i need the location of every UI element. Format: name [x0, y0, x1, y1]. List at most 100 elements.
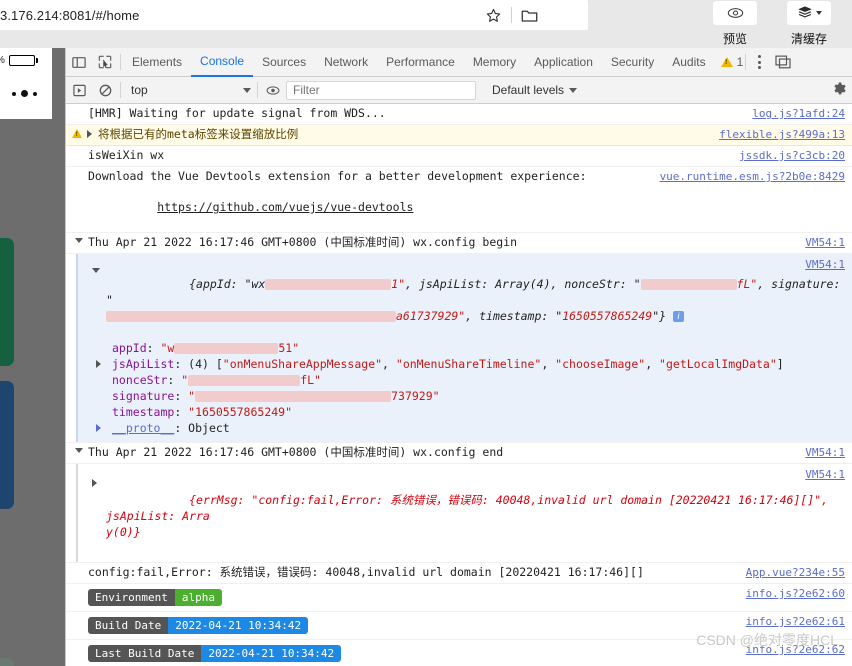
clear-console-icon[interactable]: [92, 76, 118, 104]
expand-arrow-icon[interactable]: [96, 360, 101, 368]
console-message-errmsg-object[interactable]: VM54:1 {errMsg: "config:fail,Error: 系统错误…: [66, 464, 852, 563]
badge-row: Environment alpha: [66, 586, 852, 609]
tab-memory[interactable]: Memory: [464, 49, 525, 76]
device-emulation-viewport[interactable]: %: [0, 48, 65, 666]
clear-cache-button[interactable]: [787, 1, 831, 25]
console-message-meta-warning[interactable]: 将根据已有的meta标签来设置缩放比例 flexible.js?499a:13: [66, 125, 852, 146]
browser-extension-actions: 预览 清缓存: [698, 0, 846, 47]
page-card-green[interactable]: [0, 238, 14, 366]
expand-arrow-icon[interactable]: [92, 479, 97, 487]
tab-security-label: Security: [610, 55, 655, 69]
carousel-dot-active[interactable]: [21, 90, 28, 97]
status-badge: Environment alpha: [88, 589, 222, 606]
info-badge-icon[interactable]: i: [673, 311, 684, 322]
device-status-area: %: [0, 48, 52, 119]
object-property-noncestr: nonceStr: " fL": [112, 373, 321, 387]
live-expression-icon[interactable]: [260, 76, 286, 104]
battery-cap: [35, 58, 38, 63]
devtools-more-menu-icon[interactable]: [748, 48, 770, 76]
property-value-head: ": [181, 373, 189, 387]
console-group-wxconfig-begin[interactable]: Thu Apr 21 2022 16:17:46 GMT+0800 (中国标准时…: [66, 233, 852, 254]
badge-label: Build Date: [88, 617, 169, 634]
carousel-dots[interactable]: [12, 90, 37, 97]
source-link[interactable]: log.js?1afd:24: [752, 107, 845, 120]
source-link[interactable]: vue.runtime.esm.js?2b0e:8429: [660, 170, 845, 183]
console-message-text: Thu Apr 21 2022 16:17:46 GMT+0800 (中国标准时…: [88, 445, 504, 459]
source-link[interactable]: info.js?2e62:60: [746, 587, 845, 600]
console-message-config-fail[interactable]: config:fail,Error: 系统错误，错误码: 40048,inval…: [66, 563, 852, 584]
console-message-vue-devtools[interactable]: Download the Vue Devtools extension for …: [66, 167, 852, 233]
browser-toolbar: 3.176.214:8081/#/home 预览 清缓存: [0, 0, 852, 48]
object-property-jsapilist[interactable]: jsApiList: (4) ["onMenuShareAppMessage",…: [78, 356, 852, 372]
gear-icon[interactable]: [831, 81, 846, 99]
source-link[interactable]: VM54:1: [805, 236, 845, 249]
tab-elements[interactable]: Elements: [123, 49, 191, 76]
carousel-dot[interactable]: [12, 91, 16, 96]
property-value: "1650557865249": [188, 405, 293, 419]
console-message-wxconfig-object[interactable]: VM54:1 {appId: "wx 1", jsApiList: Array(4…: [66, 254, 852, 443]
object-preview-mid: , jsApiList: Array(4), nonceStr: ": [405, 277, 641, 291]
inspect-cursor-icon[interactable]: [92, 48, 118, 76]
expand-arrow-icon[interactable]: [96, 424, 101, 432]
object-inspector[interactable]: {appId: "wx 1", jsApiList: Array(4), nonc…: [76, 254, 852, 442]
tab-elements-label: Elements: [132, 55, 183, 69]
source-link[interactable]: App.vue?234e:55: [746, 566, 845, 579]
object-preview-sig-tail: a61737929": [396, 309, 466, 323]
carousel-dot[interactable]: [33, 91, 37, 96]
console-messages[interactable]: [HMR] Waiting for update signal from WDS…: [66, 104, 852, 666]
property-value-head: ": [188, 389, 196, 403]
status-badge: Build Date 2022-04-21 10:34:42: [88, 617, 309, 634]
tab-network[interactable]: Network: [315, 49, 377, 76]
star-icon[interactable]: [485, 7, 502, 24]
page-card-bottom[interactable]: [0, 658, 14, 666]
tab-security[interactable]: Security: [602, 49, 663, 76]
battery-icon: [8, 55, 35, 66]
console-message-environment[interactable]: Environment alpha info.js?2e62:60: [66, 584, 852, 612]
object-property-proto[interactable]: __proto__: Object: [78, 420, 852, 436]
collapse-arrow-icon[interactable]: [92, 268, 100, 273]
clear-cache-action[interactable]: 清缓存: [772, 0, 846, 47]
badge-row: Last Build Date 2022-04-21 10:34:42: [66, 642, 852, 665]
expand-arrow-icon[interactable]: [87, 130, 92, 138]
console-message-build-date[interactable]: Build Date 2022-04-21 10:34:42 info.js?2…: [66, 612, 852, 640]
vue-devtools-link[interactable]: https://github.com/vuejs/vue-devtools: [157, 200, 413, 214]
error-object-inspector[interactable]: {errMsg: "config:fail,Error: 系统错误，错误码: 4…: [76, 464, 852, 562]
battery-indicator: %: [0, 55, 38, 66]
address-bar[interactable]: 3.176.214:8081/#/home: [0, 0, 510, 30]
source-link[interactable]: flexible.js?499a:13: [719, 128, 845, 141]
property-name: timestamp: [112, 405, 175, 419]
source-link[interactable]: VM54:1: [805, 446, 845, 459]
tab-console[interactable]: Console: [191, 48, 254, 77]
devtools-tabbar: Elements Console Sources Network Perform…: [66, 48, 852, 77]
tab-sources[interactable]: Sources: [253, 49, 315, 76]
source-link[interactable]: jssdk.js?c3cb:20: [739, 149, 845, 162]
console-filter-input[interactable]: [286, 80, 476, 100]
console-message-last-build-date[interactable]: Last Build Date 2022-04-21 10:34:42 info…: [66, 640, 852, 666]
preview-action[interactable]: 预览: [698, 0, 772, 47]
folder-icon[interactable]: [521, 8, 538, 23]
source-link[interactable]: info.js?2e62:61: [746, 615, 845, 628]
execution-context-select[interactable]: top: [123, 80, 255, 100]
tab-application[interactable]: Application: [525, 49, 602, 76]
chevron-down-icon[interactable]: [815, 11, 822, 15]
tab-memory-label: Memory: [472, 55, 517, 69]
source-link[interactable]: info.js?2e62:62: [746, 643, 845, 656]
warning-count-chip[interactable]: 1: [720, 55, 743, 69]
tabbar-divider: [120, 54, 121, 70]
tab-performance[interactable]: Performance: [377, 49, 464, 76]
tab-audits[interactable]: Audits: [663, 49, 714, 76]
console-message-hmr[interactable]: [HMR] Waiting for update signal from WDS…: [66, 104, 852, 125]
console-message-isweixin[interactable]: isWeiXin wx jssdk.js?c3cb:20: [66, 146, 852, 167]
tab-audits-label: Audits: [672, 55, 706, 69]
device-toolbar-icon[interactable]: [770, 48, 796, 76]
collapse-arrow-icon[interactable]: [75, 448, 83, 453]
console-group-wxconfig-end[interactable]: Thu Apr 21 2022 16:17:46 GMT+0800 (中国标准时…: [66, 443, 852, 464]
dock-panel-icon[interactable]: [66, 48, 92, 76]
log-levels-select[interactable]: Default levels: [492, 83, 578, 97]
eye-icon[interactable]: [713, 1, 757, 25]
page-card-blue[interactable]: [0, 381, 14, 509]
property-value: (4) ["onMenuShareAppMessage", "onMenuSha…: [188, 357, 784, 371]
execute-sidebar-icon[interactable]: [66, 76, 92, 104]
chevron-down-icon: [569, 87, 578, 93]
collapse-arrow-icon[interactable]: [75, 238, 83, 243]
